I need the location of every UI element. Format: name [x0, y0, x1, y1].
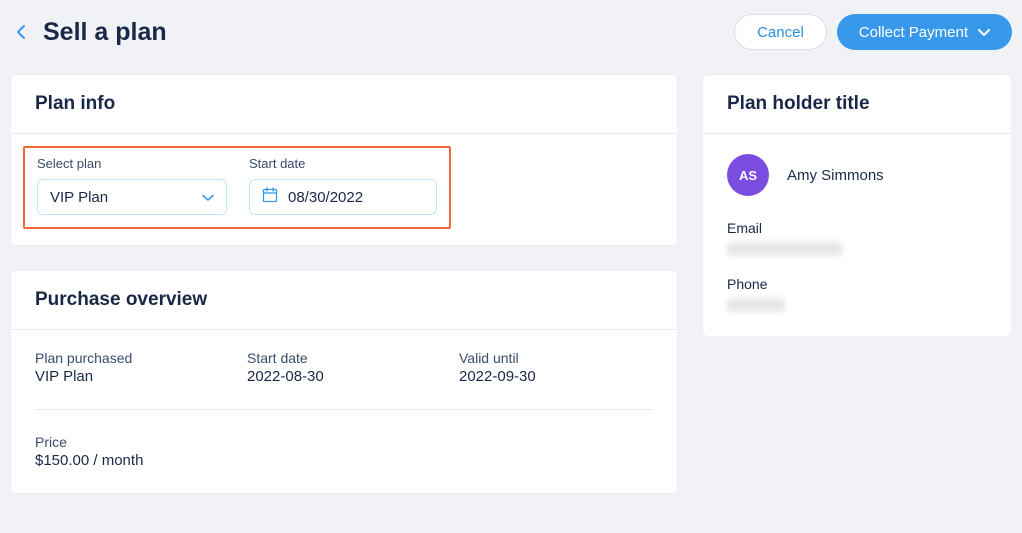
plan-info-title: Plan info [35, 93, 653, 115]
plan-info-card: Plan info Select plan VIP Plan St [10, 74, 678, 246]
chevron-down-icon [978, 24, 990, 41]
plan-holder-card: Plan holder title AS Amy Simmons Email P… [702, 74, 1012, 337]
back-button[interactable] [16, 24, 27, 40]
cancel-button-label: Cancel [757, 24, 804, 41]
price-value: $150.00 / month [35, 452, 247, 469]
price-label: Price [35, 434, 247, 450]
plan-holder-title: Plan holder title [727, 93, 987, 115]
collect-payment-label: Collect Payment [859, 24, 968, 41]
select-plan-dropdown[interactable]: VIP Plan [37, 179, 227, 215]
valid-until-label: Valid until [459, 350, 653, 366]
ov-start-date-value: 2022-08-30 [247, 368, 459, 385]
plan-purchased-label: Plan purchased [35, 350, 247, 366]
phone-value-redacted [727, 298, 785, 312]
collect-payment-button[interactable]: Collect Payment [837, 14, 1012, 50]
start-date-value: 08/30/2022 [288, 189, 363, 206]
chevron-down-icon [202, 189, 214, 206]
chevron-left-icon [16, 24, 27, 40]
avatar: AS [727, 154, 769, 196]
divider [35, 409, 653, 410]
start-date-input[interactable]: 08/30/2022 [249, 179, 437, 215]
email-value-redacted [727, 242, 842, 256]
select-plan-value: VIP Plan [50, 189, 108, 206]
plan-purchased-value: VIP Plan [35, 368, 247, 385]
start-date-label: Start date [249, 156, 437, 171]
phone-label: Phone [727, 276, 987, 292]
plan-info-highlight: Select plan VIP Plan Start date [23, 146, 451, 229]
page-title: Sell a plan [43, 18, 167, 47]
purchase-overview-title: Purchase overview [35, 289, 653, 311]
holder-name: Amy Simmons [787, 167, 884, 184]
cancel-button[interactable]: Cancel [734, 14, 827, 50]
select-plan-label: Select plan [37, 156, 227, 171]
email-label: Email [727, 220, 987, 236]
valid-until-value: 2022-09-30 [459, 368, 653, 385]
calendar-icon [262, 187, 278, 207]
avatar-initials: AS [739, 168, 757, 183]
ov-start-date-label: Start date [247, 350, 459, 366]
purchase-overview-card: Purchase overview Plan purchased VIP Pla… [10, 270, 678, 494]
